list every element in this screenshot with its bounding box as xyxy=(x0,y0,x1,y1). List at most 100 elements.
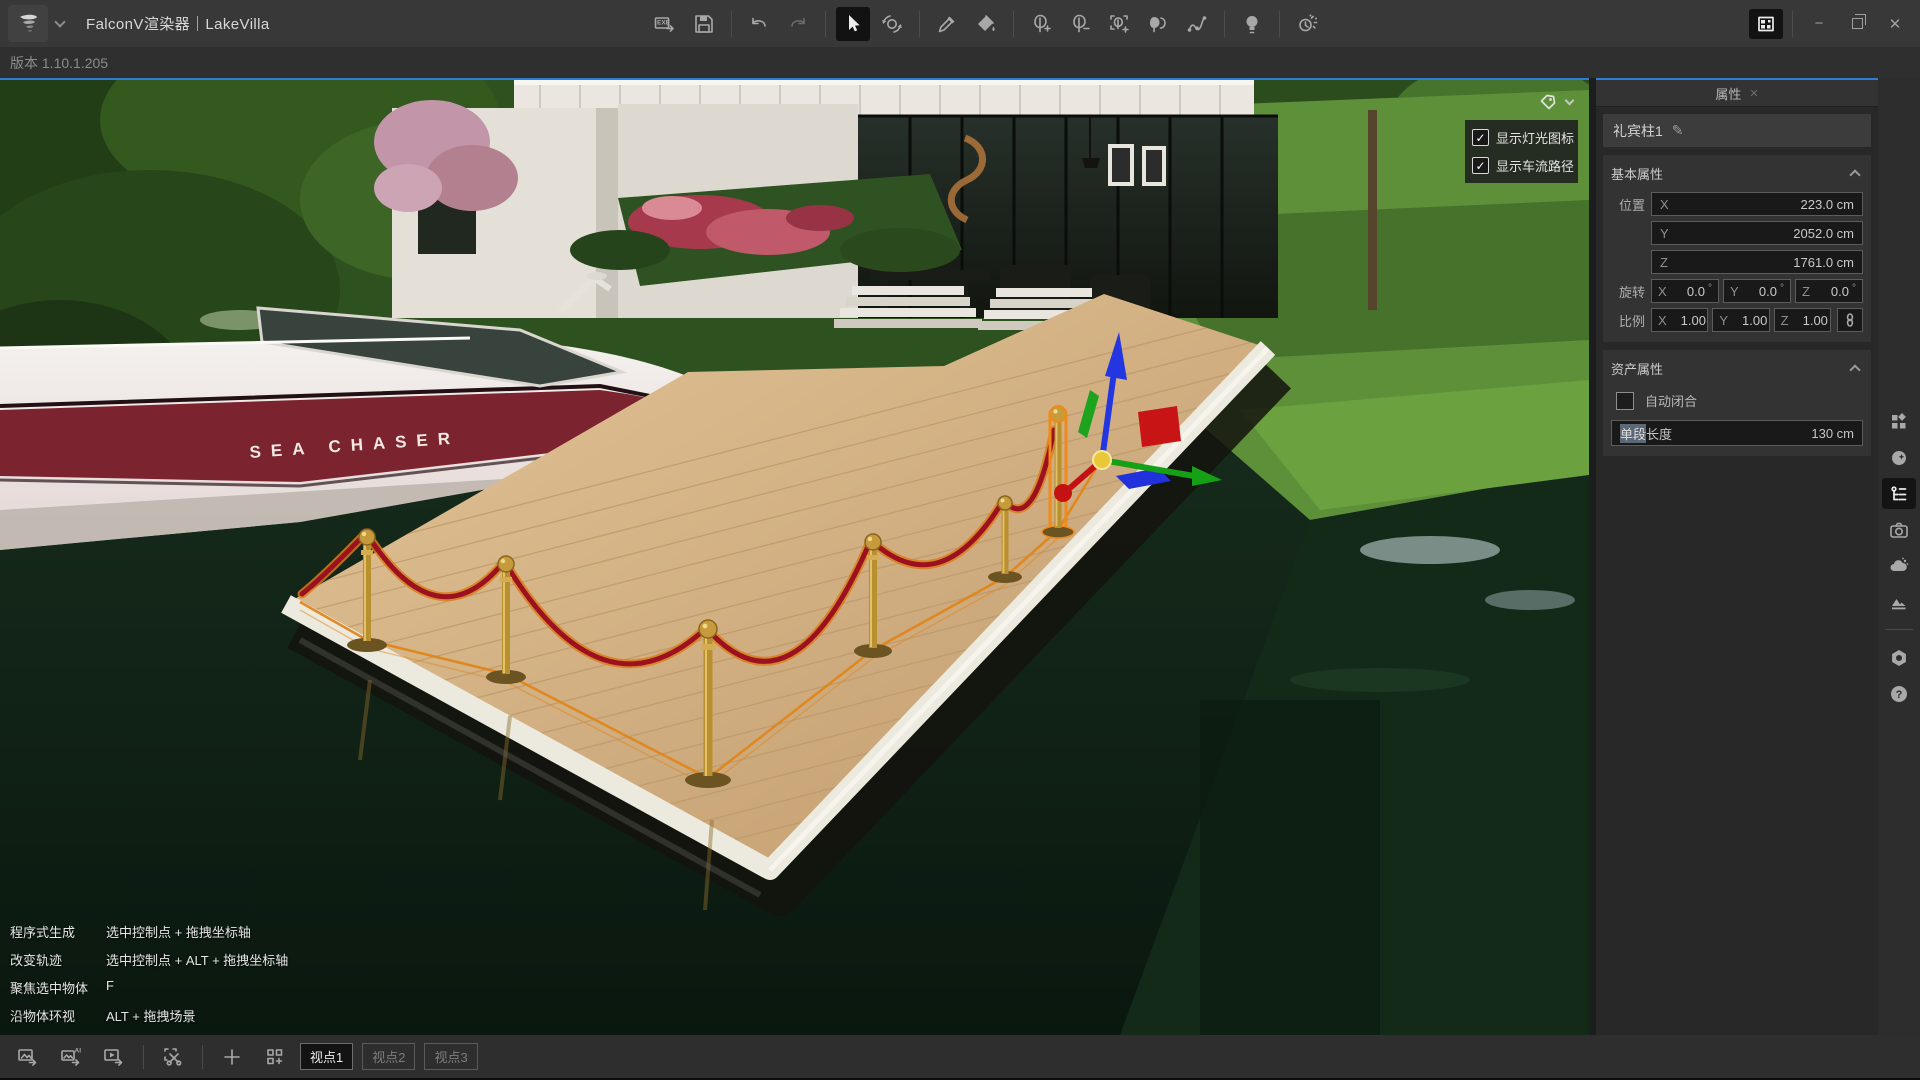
axis-label: Y xyxy=(1660,226,1669,241)
gizmo-x-handle-ball[interactable] xyxy=(1054,484,1072,502)
rotation-y-value: 0.0 xyxy=(1759,284,1777,299)
display-options-overlay: ✓ 显示灯光图标 ✓ 显示车流路径 xyxy=(1465,120,1578,183)
hint-action: 沿物体环视 xyxy=(10,1006,106,1025)
add-viewpoint-button[interactable] xyxy=(214,1041,250,1073)
basic-properties-section: 基本属性 位置 X 223.0 cm Y 2 xyxy=(1603,155,1871,342)
settings-button[interactable] xyxy=(1882,642,1916,673)
paint-bucket-tool-button[interactable] xyxy=(969,7,1003,41)
rename-icon[interactable]: ✎ xyxy=(1672,122,1684,139)
viewpoint-tab-1[interactable]: 视点1 xyxy=(300,1043,353,1070)
render-image-button[interactable] xyxy=(10,1041,46,1073)
eyedropper-tool-button[interactable] xyxy=(930,7,964,41)
scene-outliner-button[interactable] xyxy=(1882,478,1916,509)
svg-text:?: ? xyxy=(1896,689,1903,701)
gizmo-plane-xz-red[interactable] xyxy=(1138,406,1181,447)
select-tool-button[interactable] xyxy=(836,7,870,41)
viewport-3d[interactable]: SEA CHASER xyxy=(0,78,1589,1035)
axis-label: Y xyxy=(1730,284,1739,299)
properties-tab-close-icon[interactable]: ✕ xyxy=(1749,87,1758,100)
scale-y-value: 1.00 xyxy=(1742,313,1767,328)
collapse-chevron-icon[interactable] xyxy=(1849,364,1860,375)
hint-keys: ALT + 拖拽场景 xyxy=(106,1006,288,1025)
light-tool-button[interactable] xyxy=(1235,7,1269,41)
undo-button[interactable] xyxy=(742,7,776,41)
show-traffic-path-checkbox[interactable]: ✓ xyxy=(1472,157,1489,174)
segment-length-field[interactable]: 单段 长度 130 cm xyxy=(1611,420,1863,446)
hint-keys: 选中控制点 + 拖拽坐标轴 xyxy=(106,922,288,941)
vegetation-add-tool-button[interactable] xyxy=(1024,7,1058,41)
gizmo-center-point[interactable] xyxy=(1093,451,1111,469)
properties-body: 礼宾柱1 ✎ 基本属性 位置 X 223.0 cm xyxy=(1596,107,1878,1035)
toolbar-separator xyxy=(731,11,732,37)
show-light-icons-row[interactable]: ✓ 显示灯光图标 xyxy=(1472,128,1571,147)
environment-weather-button[interactable] xyxy=(1882,550,1916,581)
vegetation-select-add-tool-button[interactable] xyxy=(1102,7,1136,41)
transform-gizmo-tool-button[interactable] xyxy=(875,7,909,41)
redo-button[interactable] xyxy=(781,7,815,41)
auto-close-row[interactable]: 自动闭合 xyxy=(1611,391,1863,410)
asset-properties-title: 资产属性 xyxy=(1611,359,1663,378)
position-z-field[interactable]: Z 1761.0 cm xyxy=(1651,250,1863,274)
spline-path-tool-button[interactable] xyxy=(1180,7,1214,41)
render-video-button[interactable] xyxy=(96,1041,132,1073)
version-label: 版本 1.10.1.205 xyxy=(10,53,108,73)
properties-tab-bar[interactable]: 属性 ✕ xyxy=(1596,80,1878,107)
scale-x-field[interactable]: X 1.00 xyxy=(1651,308,1708,332)
rotation-label: 旋转 xyxy=(1611,282,1645,301)
axis-label: Z xyxy=(1781,313,1789,328)
show-light-icons-checkbox[interactable]: ✓ xyxy=(1472,129,1489,146)
logo-chevron-down-icon[interactable] xyxy=(54,16,65,27)
chevron-down-icon xyxy=(1565,96,1575,106)
time-of-day-button[interactable] xyxy=(1290,7,1324,41)
viewpoint-tab-3[interactable]: 视点3 xyxy=(424,1043,477,1070)
app-logo[interactable] xyxy=(8,5,48,42)
axis-label: X xyxy=(1658,313,1667,328)
segment-length-label-highlight: 单段 xyxy=(1620,424,1646,443)
uniform-scale-link-button[interactable] xyxy=(1837,308,1863,332)
rotation-y-field[interactable]: Y 0.0 ° xyxy=(1723,279,1791,303)
properties-tab-title: 属性 xyxy=(1715,84,1741,103)
viewpoint-tab-2[interactable]: 视点2 xyxy=(362,1043,415,1070)
scale-z-value: 1.00 xyxy=(1803,313,1828,328)
material-sphere-button[interactable] xyxy=(1882,442,1916,473)
asset-properties-section: 资产属性 自动闭合 单段 长度 130 cm xyxy=(1603,350,1871,456)
restore-icon xyxy=(1852,18,1863,29)
scale-y-field[interactable]: Y 1.00 xyxy=(1712,308,1769,332)
restore-button[interactable] xyxy=(1840,9,1874,39)
render-ai-image-button[interactable]: AI xyxy=(53,1041,89,1073)
vegetation-remove-tool-button[interactable] xyxy=(1063,7,1097,41)
object-name: 礼宾柱1 xyxy=(1613,121,1663,141)
chain-link-icon xyxy=(1843,313,1857,327)
viewport-display-menu[interactable] xyxy=(1538,92,1573,112)
help-button[interactable]: ? xyxy=(1882,678,1916,709)
viewport-clip-button[interactable] xyxy=(155,1041,191,1073)
auto-close-checkbox[interactable] xyxy=(1616,392,1634,410)
toolbar-separator xyxy=(1792,11,1793,37)
asset-properties-header[interactable]: 资产属性 xyxy=(1611,354,1863,382)
close-button[interactable]: ✕ xyxy=(1878,9,1912,39)
rotation-z-value: 0.0 xyxy=(1831,284,1849,299)
svg-text:EXE: EXE xyxy=(657,19,671,26)
hint-keys: 选中控制点 + ALT + 拖拽坐标轴 xyxy=(106,950,288,969)
degree-symbol: ° xyxy=(1852,283,1856,294)
viewpoint-manager-button[interactable] xyxy=(257,1041,293,1073)
vegetation-brush-tool-button[interactable] xyxy=(1141,7,1175,41)
save-button[interactable] xyxy=(687,7,721,41)
layout-panels-button[interactable] xyxy=(1749,9,1783,39)
position-y-field[interactable]: Y 2052.0 cm xyxy=(1651,221,1863,245)
export-exe-button[interactable]: EXE xyxy=(648,7,682,41)
bottombar-separator xyxy=(143,1045,144,1069)
workspace: SEA CHASER xyxy=(0,78,1920,1035)
basic-properties-header[interactable]: 基本属性 xyxy=(1611,159,1863,187)
collapse-chevron-icon[interactable] xyxy=(1849,169,1860,180)
terrain-button[interactable] xyxy=(1882,586,1916,617)
scale-z-field[interactable]: Z 1.00 xyxy=(1774,308,1831,332)
rotation-z-field[interactable]: Z 0.0 ° xyxy=(1795,279,1863,303)
rotation-x-field[interactable]: X 0.0 ° xyxy=(1651,279,1719,303)
show-traffic-path-row[interactable]: ✓ 显示车流路径 xyxy=(1472,156,1571,175)
asset-library-button[interactable] xyxy=(1882,406,1916,437)
minimize-button[interactable]: − xyxy=(1802,9,1836,39)
camera-button[interactable] xyxy=(1882,514,1916,545)
hint-action: 程序式生成 xyxy=(10,922,106,941)
position-x-field[interactable]: X 223.0 cm xyxy=(1651,192,1863,216)
